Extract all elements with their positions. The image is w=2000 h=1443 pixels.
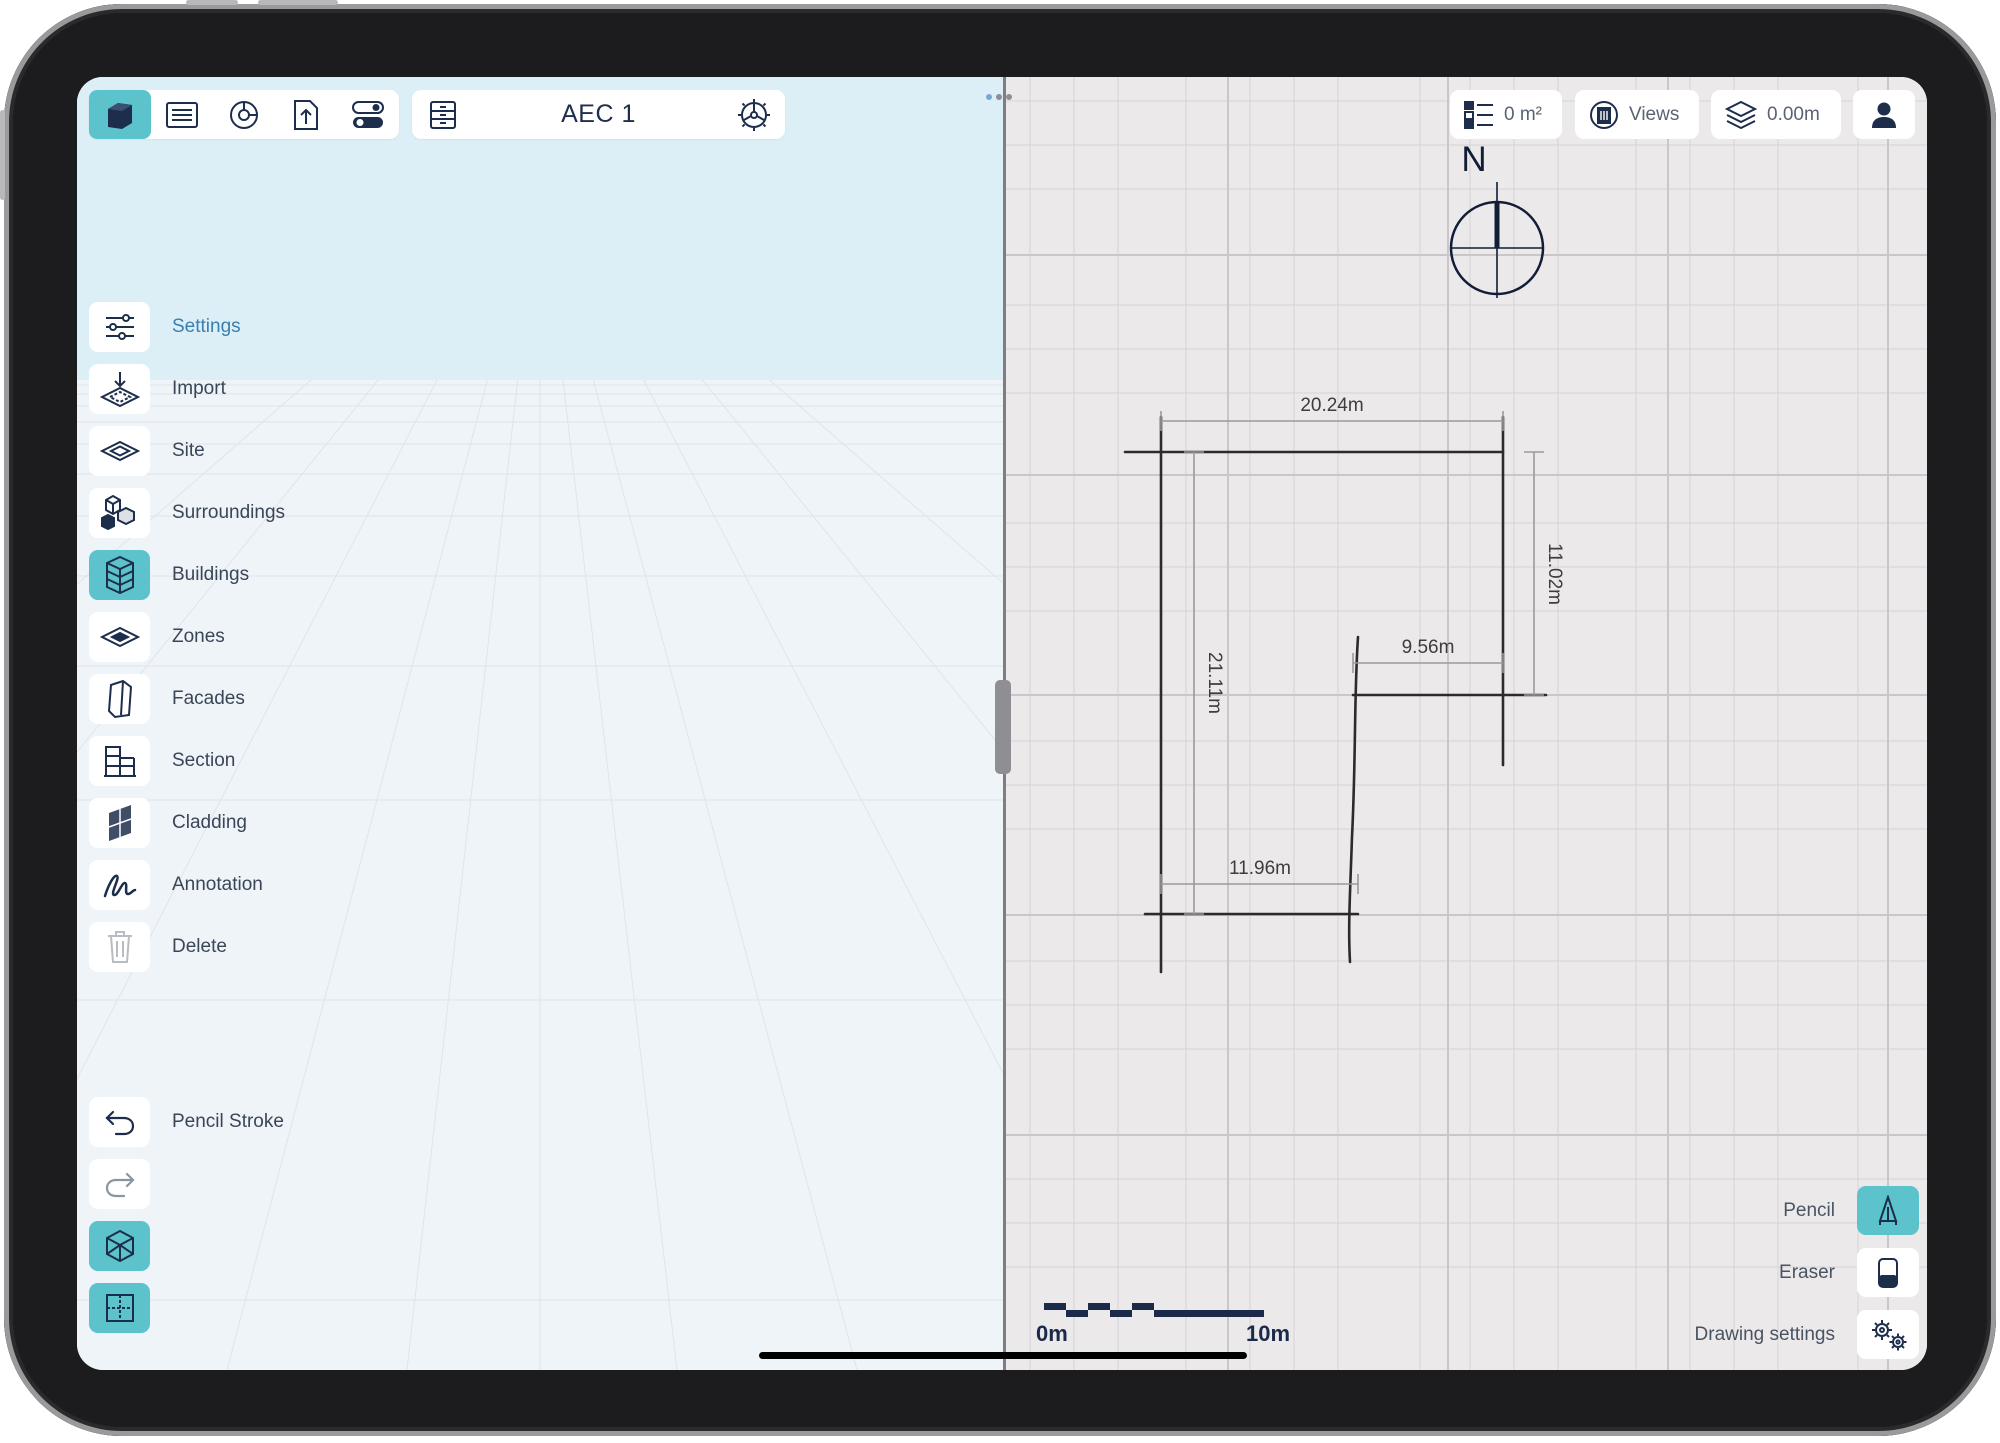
pencil-label: Pencil [1783, 1199, 1835, 1221]
eraser-label: Eraser [1779, 1261, 1835, 1283]
dimension-label-top: 20.24m [1300, 395, 1363, 416]
export-icon[interactable] [275, 90, 337, 139]
3d-mode-button[interactable] [89, 1221, 150, 1271]
zones-icon [89, 612, 150, 662]
sidebar-item-label: Section [172, 750, 236, 771]
sidebar-item-label: Site [172, 440, 205, 461]
dimension-label-left: 21.11m [1204, 652, 1225, 714]
sidebar-item-delete[interactable]: Delete [89, 922, 227, 972]
trash-icon [89, 922, 150, 972]
eraser-tool[interactable]: Eraser [1779, 1248, 1919, 1297]
undo-label: Pencil Stroke [172, 1111, 284, 1132]
views-label: Views [1629, 103, 1680, 125]
sidebar-item-facades[interactable]: Facades [89, 674, 245, 724]
views-button[interactable]: Views [1575, 90, 1699, 139]
elevation-button[interactable]: 0.00m [1711, 90, 1841, 139]
cube-icon [89, 1221, 150, 1271]
sidebar-item-settings[interactable]: Settings [89, 302, 241, 352]
building-views-icon [1590, 100, 1618, 129]
sidebar-item-label: Facades [172, 688, 245, 709]
app-screen: AEC 1 Settings Import Site Surroundings … [77, 77, 1927, 1370]
floorplan-icon [89, 1283, 150, 1333]
facade-icon [89, 674, 150, 724]
user-icon [1872, 102, 1896, 128]
scale-end-label: 10m [1246, 1321, 1291, 1346]
sidebar-item-label: Buildings [172, 564, 250, 585]
sidebar-item-annotation[interactable]: Annotation [89, 860, 263, 910]
sidebar-item-label: Annotation [172, 874, 263, 895]
undo-button[interactable]: Pencil Stroke [89, 1097, 284, 1147]
power-button [0, 110, 5, 200]
redo-icon [89, 1159, 150, 1209]
surroundings-icon [89, 488, 150, 538]
volume-button [186, 0, 238, 5]
left-panel: AEC 1 Settings Import Site Surroundings … [77, 77, 1003, 1370]
project-toolbar: AEC 1 [412, 90, 785, 139]
drawing-settings-tool[interactable]: Drawing settings [1695, 1310, 1919, 1359]
area-value: 0 m² [1504, 103, 1542, 125]
pencil-tool[interactable]: Pencil [1783, 1186, 1919, 1235]
scale-bar [1044, 1303, 1264, 1317]
sidebar-item-section[interactable]: Section [89, 736, 235, 786]
site-icon [89, 426, 150, 476]
undo-icon [89, 1097, 150, 1147]
layers-icon [1725, 100, 1757, 129]
dimension-label-right: 11.02m [1544, 543, 1565, 605]
area-list-icon [1464, 100, 1493, 129]
pencil-icon [1857, 1186, 1919, 1235]
sidebar-item-import[interactable]: Import [89, 364, 226, 414]
list-icon[interactable] [151, 90, 213, 139]
drawing-settings-label: Drawing settings [1694, 1323, 1835, 1345]
sidebar-item-label: Delete [172, 936, 227, 957]
import-icon [89, 364, 150, 414]
compass-icon [1449, 182, 1545, 298]
project-title[interactable]: AEC 1 [474, 100, 723, 129]
area-button[interactable]: 0 m² [1450, 90, 1562, 139]
sidebar-item-label: Import [172, 378, 226, 399]
sidebar-item-cladding[interactable]: Cladding [89, 798, 247, 848]
split-handle[interactable] [995, 680, 1011, 774]
split-dots[interactable] [986, 94, 1012, 100]
sliders-icon [89, 302, 150, 352]
sidebar-item-label: Surroundings [172, 502, 286, 523]
redo-button[interactable] [89, 1159, 150, 1209]
elevation-value: 0.00m [1767, 103, 1820, 125]
dimension-label-inner: 9.56m [1402, 637, 1455, 658]
sidebar-item-label: Settings [172, 316, 241, 337]
scale-start-label: 0m [1036, 1321, 1068, 1346]
toggles-icon[interactable] [337, 90, 399, 139]
dimension-label-bottom: 11.96m [1229, 858, 1291, 879]
gear-icon[interactable] [723, 90, 785, 139]
eraser-icon [1857, 1248, 1919, 1297]
sidebar-item-label: Zones [172, 626, 225, 647]
annotation-icon [89, 860, 150, 910]
profile-button[interactable] [1853, 90, 1915, 139]
section-icon [89, 736, 150, 786]
floorplan-mode-button[interactable] [89, 1283, 150, 1333]
sidebar-item-surroundings[interactable]: Surroundings [89, 488, 285, 538]
home-indicator[interactable] [759, 1352, 1247, 1359]
building-icon [89, 550, 150, 600]
sidebar-item-buildings[interactable]: Buildings [89, 550, 249, 600]
sidebar-item-site[interactable]: Site [89, 426, 205, 476]
view-toolbar [89, 90, 399, 139]
sidebar-item-label: Cladding [172, 812, 247, 833]
gears-icon [1857, 1310, 1919, 1359]
cladding-icon [89, 798, 150, 848]
storage-icon[interactable] [412, 90, 474, 139]
chart-icon[interactable] [213, 90, 275, 139]
3d-view-icon[interactable] [89, 90, 151, 139]
volume-button [258, 0, 338, 5]
sidebar-item-zones[interactable]: Zones [89, 612, 225, 662]
